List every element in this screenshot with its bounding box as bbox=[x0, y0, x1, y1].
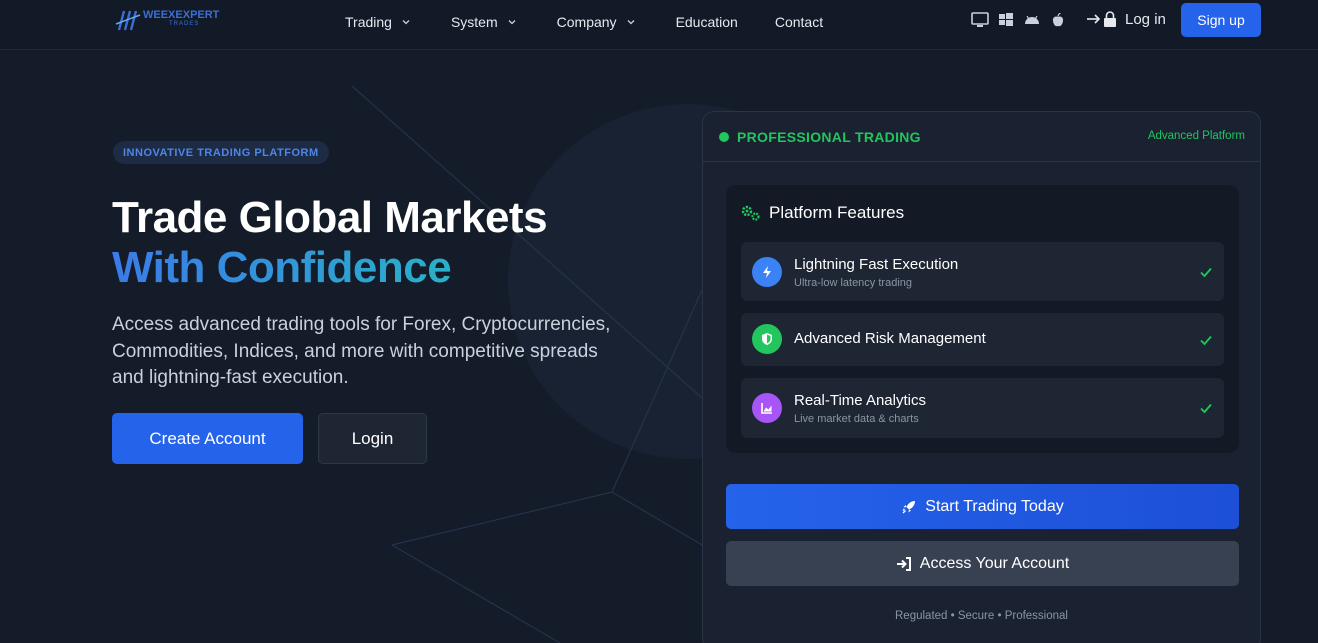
logo-text-primary: WEEXEXPERT bbox=[143, 9, 220, 21]
login-label: Log in bbox=[1125, 10, 1166, 28]
rocket-icon bbox=[902, 500, 916, 513]
windows-icon[interactable] bbox=[997, 11, 1015, 29]
card-subtitle: Advanced Platform bbox=[1147, 130, 1245, 142]
chevron-down-icon bbox=[627, 20, 635, 25]
create-account-button[interactable]: Create Account bbox=[112, 413, 303, 464]
android-icon[interactable] bbox=[1023, 11, 1041, 29]
feature-title: Advanced Risk Management bbox=[794, 330, 986, 347]
nav-company[interactable]: Company bbox=[557, 12, 636, 32]
shield-icon bbox=[752, 324, 782, 354]
main-nav: Trading System Company Education Contact bbox=[345, 12, 823, 32]
card-header: PROFESSIONAL TRADING Advanced Platform bbox=[703, 112, 1260, 162]
top-navbar: WEEXEXPERT TRADES Trading System Company… bbox=[0, 0, 1318, 50]
start-trading-button[interactable]: Start Trading Today bbox=[726, 484, 1239, 529]
bolt-icon bbox=[752, 257, 782, 287]
nav-education-label: Education bbox=[675, 14, 738, 30]
nav-system[interactable]: System bbox=[451, 12, 517, 32]
hero-title-line2: With Confidence bbox=[112, 243, 452, 292]
nav-trading-label: Trading bbox=[345, 14, 392, 30]
feature-item-execution: Lightning Fast Execution Ultra-low laten… bbox=[741, 242, 1224, 301]
logo-text-secondary: TRADES bbox=[169, 21, 200, 27]
nav-trading[interactable]: Trading bbox=[345, 12, 411, 32]
card-title: PROFESSIONAL TRADING bbox=[737, 129, 921, 145]
check-icon bbox=[1200, 403, 1212, 414]
trading-card: PROFESSIONAL TRADING Advanced Platform P… bbox=[702, 111, 1261, 643]
start-trading-label: Start Trading Today bbox=[925, 497, 1064, 515]
nav-contact[interactable]: Contact bbox=[775, 12, 823, 32]
sign-in-icon bbox=[896, 556, 911, 571]
feature-title: Lightning Fast Execution bbox=[794, 256, 959, 273]
feature-item-analytics: Real-Time Analytics Live market data & c… bbox=[741, 378, 1224, 438]
feature-desc: Live market data & charts bbox=[794, 413, 919, 425]
card-footer-note: Regulated • Secure • Professional bbox=[895, 610, 1068, 622]
brand-logo[interactable]: WEEXEXPERT TRADES bbox=[115, 8, 219, 32]
platform-icons bbox=[971, 11, 1075, 29]
chevron-down-icon bbox=[508, 20, 516, 25]
desktop-icon[interactable] bbox=[971, 11, 989, 29]
nav-education[interactable]: Education bbox=[676, 12, 738, 32]
status-dot bbox=[719, 132, 729, 142]
check-icon bbox=[1200, 267, 1212, 278]
features-heading-label: Platform Features bbox=[769, 203, 905, 222]
sign-in-lock-icon bbox=[1087, 11, 1116, 27]
access-account-button[interactable]: Access Your Account bbox=[726, 541, 1239, 586]
hero-description: Access advanced trading tools for Forex,… bbox=[112, 314, 611, 388]
feature-title: Real-Time Analytics bbox=[794, 392, 926, 409]
hero-login-button[interactable]: Login bbox=[318, 413, 427, 464]
features-heading: Platform Features bbox=[740, 203, 904, 223]
check-icon bbox=[1200, 335, 1212, 346]
header-login-link[interactable]: Log in bbox=[1086, 10, 1166, 28]
chart-icon bbox=[752, 393, 782, 423]
hero-badge: INNOVATIVE TRADING PLATFORM bbox=[113, 141, 329, 164]
nav-company-label: Company bbox=[556, 14, 617, 30]
feature-item-risk: Advanced Risk Management bbox=[741, 313, 1224, 366]
logo-mark-icon bbox=[115, 10, 141, 31]
signup-button[interactable]: Sign up bbox=[1181, 3, 1261, 37]
chevron-down-icon bbox=[402, 20, 410, 25]
apple-icon[interactable] bbox=[1049, 11, 1067, 29]
platform-features-panel: Platform Features Lightning Fast Executi… bbox=[726, 185, 1239, 453]
access-account-label: Access Your Account bbox=[919, 554, 1070, 572]
cogs-icon bbox=[741, 205, 760, 221]
hero-title-line1: Trade Global Markets bbox=[112, 193, 548, 242]
feature-desc: Ultra-low latency trading bbox=[794, 277, 912, 289]
nav-contact-label: Contact bbox=[774, 14, 824, 30]
nav-system-label: System bbox=[450, 14, 498, 30]
